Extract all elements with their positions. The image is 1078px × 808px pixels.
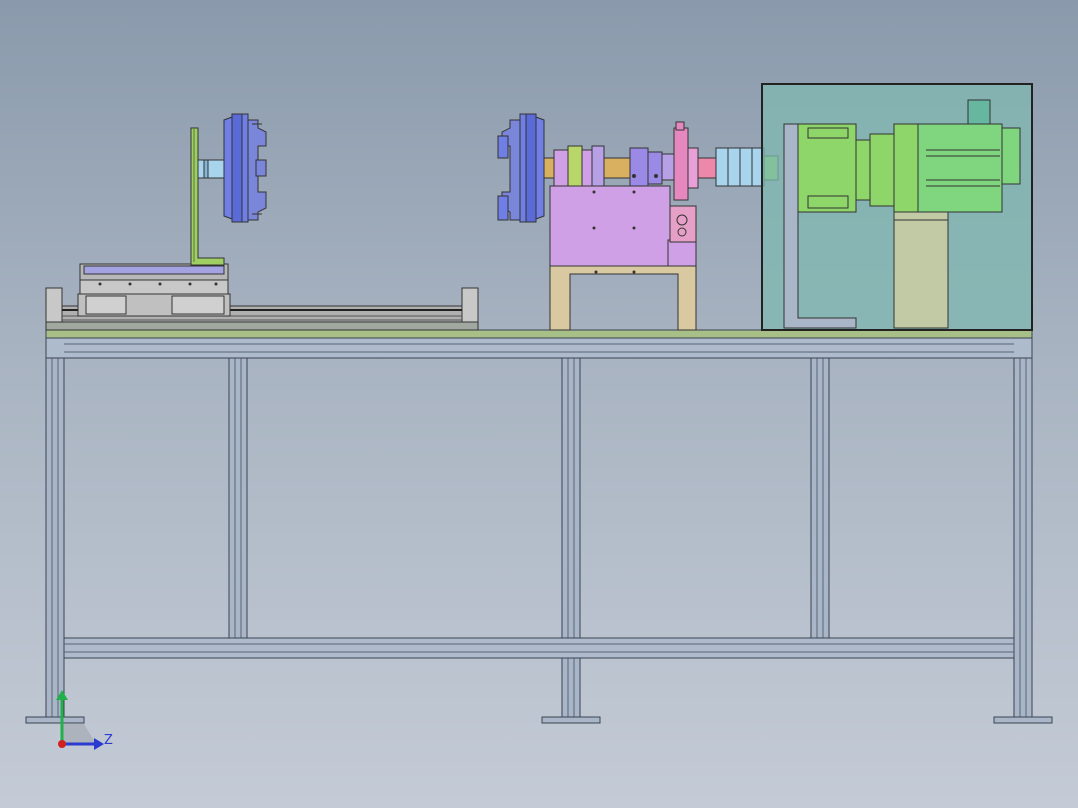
frame-foot-right xyxy=(993,716,1053,724)
frame-table[interactable] xyxy=(25,337,1053,724)
shaft-main xyxy=(603,157,631,179)
cad-viewport[interactable]: Z xyxy=(0,0,1078,808)
linear-slide-assembly[interactable] xyxy=(45,127,479,331)
frame-foot-center xyxy=(541,716,601,724)
frame-leg-right xyxy=(1013,337,1033,721)
frame-leg-left xyxy=(45,337,65,721)
spindle-stand xyxy=(549,265,697,331)
spindle-assembly[interactable] xyxy=(497,113,779,331)
shaft-collar-1 xyxy=(543,157,555,179)
base-plate xyxy=(45,329,1033,339)
frame-leg-inner-1 xyxy=(228,357,248,639)
servo-motor xyxy=(917,123,1003,213)
flange-coupling xyxy=(697,157,717,179)
frame-leg-center xyxy=(561,357,581,721)
cad-model-view[interactable]: Z xyxy=(0,0,1078,808)
chuck-bracket-l xyxy=(190,127,225,266)
left-chuck-spindle xyxy=(197,159,225,179)
motor-connector xyxy=(967,99,991,125)
frame-leg-inner-2 xyxy=(810,357,830,639)
bearing-housing xyxy=(549,185,671,267)
slide-top-plate xyxy=(83,265,225,275)
frame-bottom-rail xyxy=(63,637,1015,659)
left-chuck[interactable] xyxy=(197,113,267,223)
triad-origin xyxy=(58,740,66,748)
frame-top-rail xyxy=(45,337,1033,359)
triad-z-label: Z xyxy=(104,733,113,748)
encoder-sensor xyxy=(669,205,697,243)
brake-disc xyxy=(673,127,689,201)
motor-enclosure[interactable] xyxy=(761,83,1033,331)
motor-pedestal xyxy=(893,211,949,329)
frame-foot-left xyxy=(25,716,85,724)
motor-encoder-cap xyxy=(1001,127,1021,185)
